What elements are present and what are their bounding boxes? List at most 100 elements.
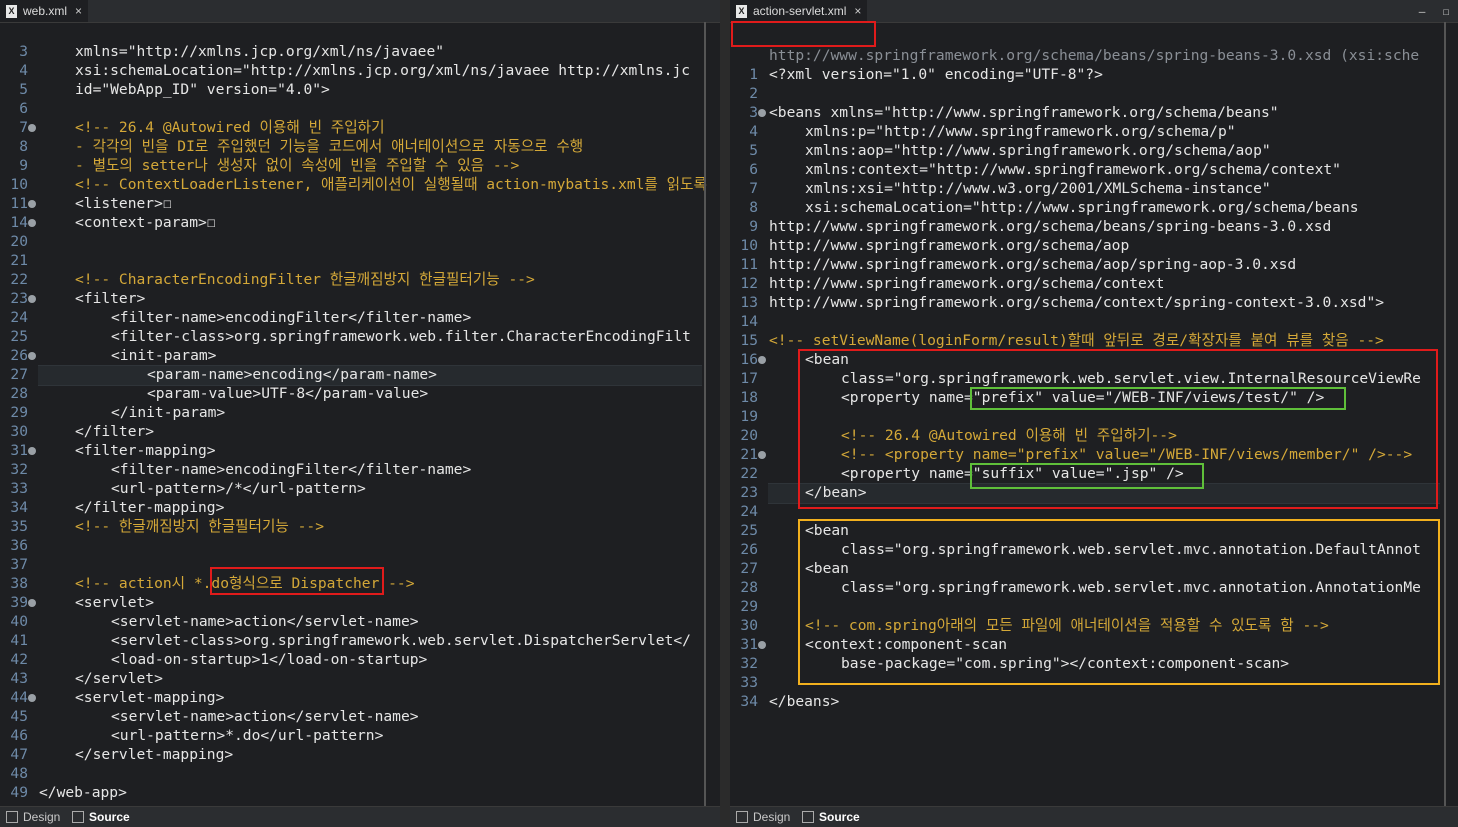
tab-action-servlet-xml[interactable]: X action-servlet.xml × [730, 0, 868, 22]
tab-design[interactable]: Design [6, 809, 60, 825]
code-line[interactable]: 4 xmlns:p="http://www.springframework.org… [730, 122, 1458, 141]
code-line[interactable]: 32 <filter-name>encodingFilter</filter-na… [0, 460, 720, 479]
code-line[interactable]: 39 <servlet> [0, 593, 720, 612]
code-line[interactable]: 10 http://www.springframework.org/schema/… [730, 236, 1458, 255]
code-line[interactable]: 3 <beans xmlns="http://www.springframewor… [730, 103, 1458, 122]
code-line[interactable]: 18 <property name="prefix" value="/WEB-IN… [730, 388, 1458, 407]
collapse-fold-icon[interactable] [28, 124, 36, 132]
collapse-fold-icon[interactable] [758, 109, 766, 117]
code-line[interactable]: 3 xmlns="http://xmlns.jcp.org/xml/ns/java… [0, 42, 720, 61]
code-line[interactable]: 20 <!-- 26.4 @Autowired 이용해 빈 주입하기--> [730, 426, 1458, 445]
collapse-fold-icon[interactable] [28, 447, 36, 455]
code-line[interactable]: 15 <!-- setViewName(loginForm/result)할때 앞… [730, 331, 1458, 350]
code-line[interactable]: 24 [730, 502, 1458, 521]
scrollbar[interactable] [704, 22, 706, 807]
scrollbar[interactable] [1444, 22, 1446, 807]
collapse-fold-icon[interactable] [28, 352, 36, 360]
close-icon[interactable]: × [75, 4, 82, 18]
code-line[interactable]: 35 <!-- 한글깨짐방지 한글필터기능 --> [0, 517, 720, 536]
code-line[interactable]: 26 <init-param> [0, 346, 720, 365]
code-line[interactable]: 6 xmlns:context="http://www.springframewo… [730, 160, 1458, 179]
code-line[interactable]: 32 base-package="com.spring"></context:co… [730, 654, 1458, 673]
expand-fold-icon[interactable] [28, 200, 36, 208]
code-line[interactable]: 11 http://www.springframework.org/schema/… [730, 255, 1458, 274]
code-line[interactable]: 46 <url-pattern>*.do</url-pattern> [0, 726, 720, 745]
code-line[interactable]: 21 [0, 251, 720, 270]
code-line[interactable]: 1 <?xml version="1.0" encoding="UTF-8"?> [730, 65, 1458, 84]
code-line[interactable]: 34 </filter-mapping> [0, 498, 720, 517]
code-line[interactable]: 14 [730, 312, 1458, 331]
code-line[interactable]: 7 xmlns:xsi="http://www.w3.org/2001/XMLSc… [730, 179, 1458, 198]
code-line[interactable]: 38 <!-- action시 *.do형식으로 Dispatcher --> [0, 574, 720, 593]
code-line[interactable]: 34 </beans> [730, 692, 1458, 711]
collapse-fold-icon[interactable] [758, 356, 766, 364]
code-line[interactable]: 31 <filter-mapping> [0, 441, 720, 460]
code-line[interactable]: 28 class="org.springframework.web.servlet… [730, 578, 1458, 597]
collapse-fold-icon[interactable] [758, 641, 766, 649]
code-line[interactable]: 17 class="org.springframework.web.servlet… [730, 369, 1458, 388]
code-line[interactable]: 5 xmlns:aop="http://www.springframework.o… [730, 141, 1458, 160]
code-line[interactable]: 7 <!-- 26.4 @Autowired 이용해 빈 주입하기 [0, 118, 720, 137]
code-line[interactable]: 4 xsi:schemaLocation="http://xmlns.jcp.or… [0, 61, 720, 80]
code-line[interactable]: 30 <!-- com.spring아래의 모든 파일에 애너테이션을 적용할 수… [730, 616, 1458, 635]
close-icon[interactable]: × [854, 4, 861, 18]
code-line[interactable]: 30 </filter> [0, 422, 720, 441]
code-line[interactable]: 41 <servlet-class>org.springframework.web… [0, 631, 720, 650]
code-line[interactable]: 9 http://www.springframework.org/schema/b… [730, 217, 1458, 236]
code-line[interactable]: 45 <servlet-name>action</servlet-name> [0, 707, 720, 726]
code-line[interactable]: 42 <load-on-startup>1</load-on-startup> [0, 650, 720, 669]
code-line[interactable]: 40 <servlet-name>action</servlet-name> [0, 612, 720, 631]
code-line[interactable]: 36 [0, 536, 720, 555]
code-line[interactable]: 6 [0, 99, 720, 118]
code-line[interactable]: 16 <bean [730, 350, 1458, 369]
code-line[interactable]: 11 <listener>☐ [0, 194, 720, 213]
maximize-icon[interactable]: ☐ [1443, 5, 1450, 18]
tab-design[interactable]: Design [736, 809, 790, 825]
code-line[interactable]: 19 [730, 407, 1458, 426]
tab-web-xml[interactable]: X web.xml × [0, 0, 89, 22]
code-line[interactable]: 27 <param-name>encoding</param-name> [0, 365, 720, 386]
collapse-fold-icon[interactable] [28, 599, 36, 607]
minimize-icon[interactable]: — [1419, 5, 1426, 18]
code-line[interactable]: 31 <context:component-scan [730, 635, 1458, 654]
code-line[interactable]: 27 <bean [730, 559, 1458, 578]
code-line[interactable]: 12 http://www.springframework.org/schema/… [730, 274, 1458, 293]
code-line[interactable]: 20 [0, 232, 720, 251]
code-line[interactable]: 47 </servlet-mapping> [0, 745, 720, 764]
code-line[interactable]: 24 <filter-name>encodingFilter</filter-na… [0, 308, 720, 327]
code-line[interactable]: 5 id="WebApp_ID" version="4.0"> [0, 80, 720, 99]
code-line[interactable]: 2 [730, 84, 1458, 103]
code-line[interactable]: 26 class="org.springframework.web.servlet… [730, 540, 1458, 559]
code-line[interactable]: 49 </web-app> [0, 783, 720, 802]
code-line[interactable]: 28 <param-value>UTF-8</param-value> [0, 384, 720, 403]
code-line[interactable]: 9 - 별도의 setter나 생성자 없이 속성에 빈을 주입할 수 있음 --… [0, 156, 720, 175]
web-xml-editor[interactable]: X web.xml × 3 xmlns="http://xmlns.jcp.org… [0, 0, 720, 827]
code-line[interactable]: 48 [0, 764, 720, 783]
code-line[interactable]: 25 <bean [730, 521, 1458, 540]
code-line[interactable]: 25 <filter-class>org.springframework.web.… [0, 327, 720, 346]
code-line[interactable]: 14 <context-param>☐ [0, 213, 720, 232]
code-line[interactable]: 33 <url-pattern>/*</url-pattern> [0, 479, 720, 498]
code-line[interactable]: 10 <!-- ContextLoaderListener, 애플리케이션이 실행… [0, 175, 720, 194]
collapse-fold-icon[interactable] [28, 295, 36, 303]
code-line[interactable]: 13 http://www.springframework.org/schema/… [730, 293, 1458, 312]
code-line[interactable]: 33 [730, 673, 1458, 692]
expand-fold-icon[interactable] [28, 219, 36, 227]
code-line[interactable]: 22 <!-- CharacterEncodingFilter 한글깨짐방지 한글… [0, 270, 720, 289]
code-line[interactable]: 23 </bean> [730, 483, 1458, 504]
code-line[interactable]: 21 <!-- <property name="prefix" value="/W… [730, 445, 1458, 464]
code-line[interactable]: 8 xsi:schemaLocation="http://www.springfr… [730, 198, 1458, 217]
tab-source[interactable]: Source [72, 809, 130, 825]
action-servlet-xml-editor[interactable]: X action-servlet.xml × — ☐ http://www.sp… [730, 0, 1458, 827]
collapse-fold-icon[interactable] [28, 694, 36, 702]
code-line[interactable]: 23 <filter> [0, 289, 720, 308]
collapse-fold-icon[interactable] [758, 451, 766, 459]
code-line[interactable]: 29 [730, 597, 1458, 616]
code-line[interactable]: 8 - 각각의 빈을 DI로 주입했던 기능을 코드에서 애너테이션으로 자동으로… [0, 137, 720, 156]
code-line[interactable]: 37 [0, 555, 720, 574]
code-line[interactable]: 29 </init-param> [0, 403, 720, 422]
code-line[interactable]: 44 <servlet-mapping> [0, 688, 720, 707]
code-line[interactable]: 43 </servlet> [0, 669, 720, 688]
tab-source[interactable]: Source [802, 809, 860, 825]
code-line[interactable]: 22 <property name="suffix" value=".jsp" /… [730, 464, 1458, 483]
